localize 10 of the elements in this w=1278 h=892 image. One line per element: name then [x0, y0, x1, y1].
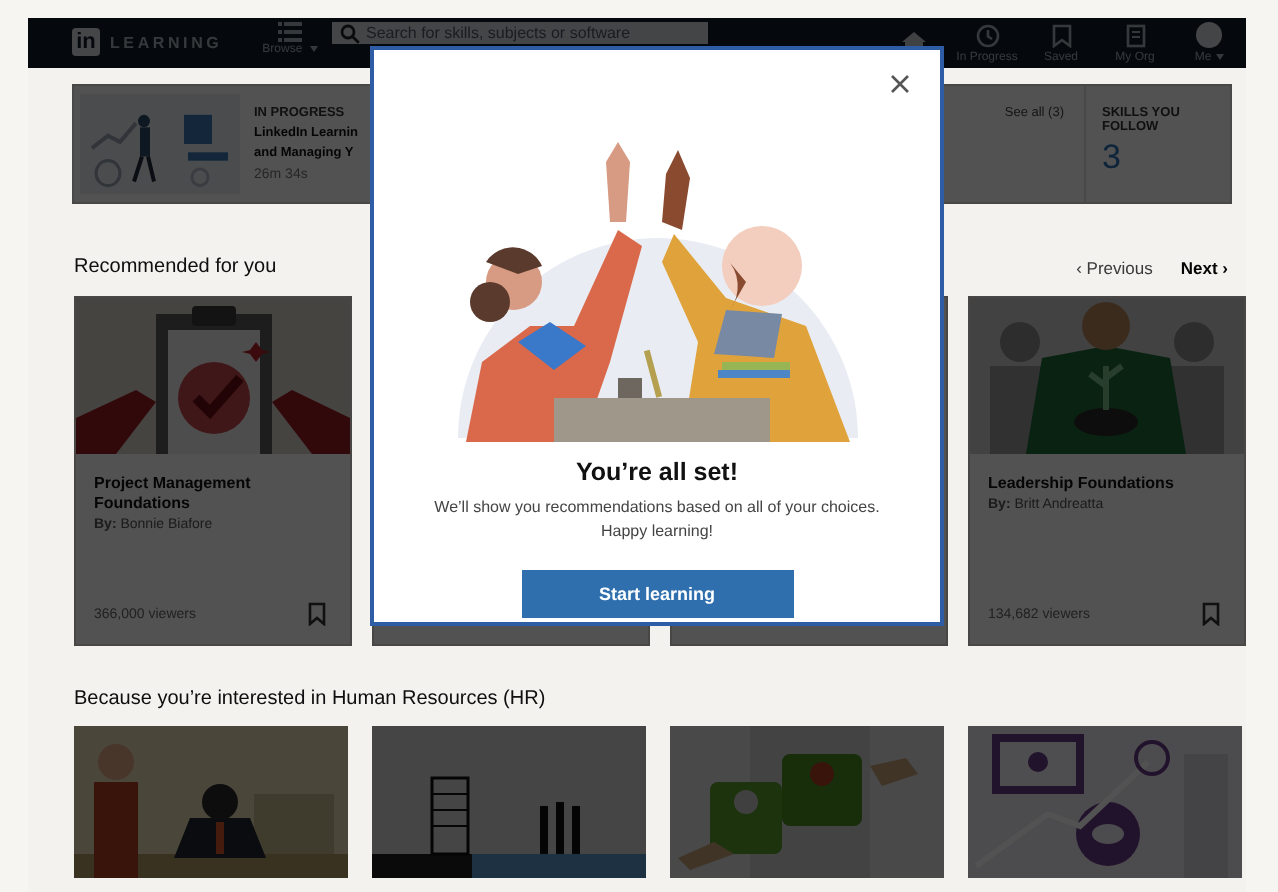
logo-mark[interactable]: in	[72, 28, 100, 56]
next-link[interactable]: Next ›	[1180, 257, 1228, 277]
dialog-title: You’re all set!	[575, 458, 739, 486]
section-heading: Recommended for you	[74, 256, 277, 278]
skills-count[interactable]: 3	[1102, 138, 1224, 178]
course-title[interactable]: Project Management Foundations	[94, 474, 332, 514]
start-learning-button[interactable]: Start learning	[521, 570, 793, 618]
course-title[interactable]: Leadership Foundations	[988, 474, 1226, 494]
dialog-message: We’ll show you recommendations based on all of your choices. Happy learning!	[434, 496, 880, 544]
section-heading: Because you’re interested in Human Resources (HR)	[74, 688, 548, 710]
